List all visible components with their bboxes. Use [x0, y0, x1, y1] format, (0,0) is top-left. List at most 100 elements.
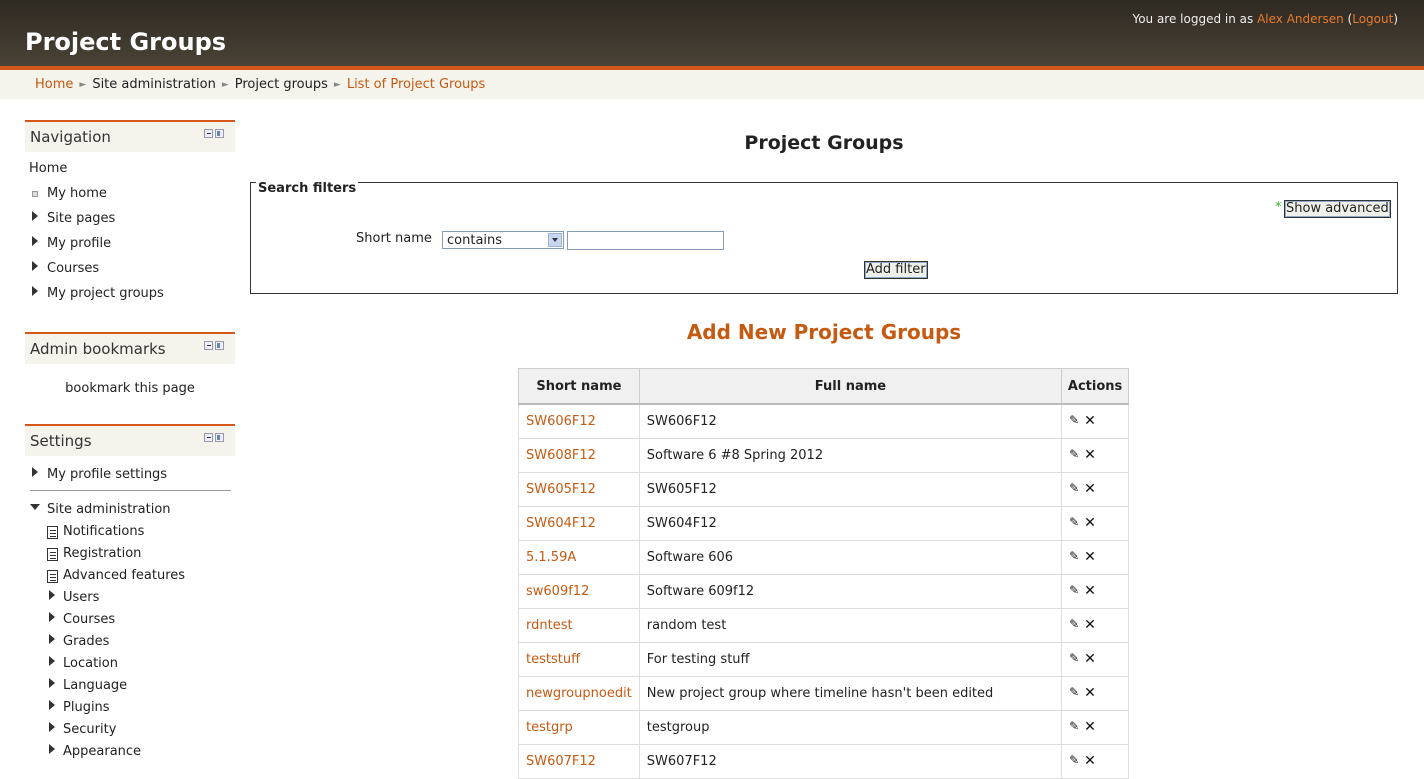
delete-icon[interactable]: ✕	[1084, 414, 1096, 428]
delete-icon[interactable]: ✕	[1084, 754, 1096, 768]
edit-icon[interactable]	[1069, 685, 1080, 699]
site-administration[interactable]: Site administration	[47, 502, 171, 517]
expand-arrow-icon[interactable]	[32, 467, 38, 477]
expand-arrow-icon[interactable]	[49, 590, 55, 600]
settings-users[interactable]: Users	[63, 590, 99, 605]
delete-icon[interactable]: ✕	[1084, 550, 1096, 564]
short-name-cell[interactable]: SW606F12	[518, 403, 640, 439]
settings-language[interactable]: Language	[63, 678, 127, 693]
edit-icon[interactable]	[1069, 651, 1080, 665]
short-name-cell[interactable]: SW605F12	[518, 472, 640, 507]
collapse-icon[interactable]	[204, 341, 213, 350]
delete-icon[interactable]: ✕	[1084, 618, 1096, 632]
settings-location[interactable]: Location	[63, 656, 118, 671]
block-dock-controls[interactable]	[204, 341, 224, 351]
expand-arrow-icon[interactable]	[49, 678, 55, 688]
collapse-icon[interactable]	[204, 433, 213, 442]
edit-icon[interactable]	[1069, 617, 1080, 631]
short-name-cell[interactable]: SW604F12	[518, 506, 640, 541]
short-name-link[interactable]: testgrp	[526, 720, 573, 735]
delete-icon[interactable]: ✕	[1084, 516, 1096, 530]
edit-icon[interactable]	[1069, 719, 1080, 733]
delete-icon[interactable]: ✕	[1084, 720, 1096, 734]
bookmark-this-page-link[interactable]: bookmark this page	[25, 381, 235, 396]
collapse-arrow-icon[interactable]	[30, 504, 40, 510]
add-new-project-groups-link[interactable]: Add New Project Groups	[250, 320, 1398, 344]
edit-icon[interactable]	[1069, 753, 1080, 767]
short-name-link[interactable]: rdntest	[526, 618, 573, 633]
short-name-link[interactable]: SW606F12	[526, 414, 596, 429]
short-name-link[interactable]: SW608F12	[526, 448, 596, 463]
settings-notifications-link[interactable]: Notifications	[63, 524, 144, 539]
settings-security[interactable]: Security	[63, 722, 116, 737]
filter-operator-select[interactable]: contains	[442, 231, 564, 249]
short-name-link[interactable]: sw609f12	[526, 584, 589, 599]
edit-icon[interactable]	[1069, 413, 1080, 427]
column-header-full-name[interactable]: Full name	[638, 368, 1063, 405]
settings-advanced-features-link[interactable]: Advanced features	[63, 568, 185, 583]
nav-my-project-groups[interactable]: My project groups	[47, 286, 164, 301]
edit-icon[interactable]	[1069, 515, 1080, 529]
short-name-link[interactable]: SW604F12	[526, 516, 596, 531]
delete-icon[interactable]: ✕	[1084, 686, 1096, 700]
show-advanced-button[interactable]: Show advanced	[1284, 200, 1391, 218]
dock-icon[interactable]	[215, 341, 224, 350]
nav-my-profile[interactable]: My profile	[47, 236, 111, 251]
short-name-link[interactable]: newgroupnoedit	[526, 686, 632, 701]
delete-icon[interactable]: ✕	[1084, 652, 1096, 666]
expand-arrow-icon[interactable]	[32, 236, 38, 246]
short-name-link[interactable]: SW605F12	[526, 482, 596, 497]
expand-arrow-icon[interactable]	[32, 261, 38, 271]
expand-arrow-icon[interactable]	[49, 700, 55, 710]
short-name-cell[interactable]: 5.1.59A	[518, 540, 640, 575]
expand-arrow-icon[interactable]	[49, 744, 55, 754]
expand-arrow-icon[interactable]	[49, 656, 55, 666]
short-name-cell[interactable]: SW607F12	[518, 744, 640, 779]
expand-arrow-icon[interactable]	[49, 612, 55, 622]
block-dock-controls[interactable]	[204, 433, 224, 443]
column-header-short-name[interactable]: Short name	[518, 368, 640, 405]
short-name-cell[interactable]: rdntest	[518, 608, 640, 643]
expand-arrow-icon[interactable]	[32, 286, 38, 296]
dock-icon[interactable]	[215, 129, 224, 138]
settings-appearance[interactable]: Appearance	[63, 744, 141, 759]
delete-icon[interactable]: ✕	[1084, 482, 1096, 496]
short-name-cell[interactable]: teststuff	[518, 642, 640, 677]
user-name-link[interactable]: Alex Andersen	[1257, 12, 1344, 26]
nav-home-link[interactable]: Home	[29, 161, 67, 176]
expand-arrow-icon[interactable]	[49, 722, 55, 732]
dock-icon[interactable]	[215, 433, 224, 442]
delete-icon[interactable]: ✕	[1084, 448, 1096, 462]
breadcrumb-list-of-project-groups[interactable]: List of Project Groups	[347, 77, 485, 92]
settings-grades[interactable]: Grades	[63, 634, 109, 649]
collapse-icon[interactable]	[204, 129, 213, 138]
short-name-link[interactable]: 5.1.59A	[526, 550, 576, 565]
edit-icon[interactable]	[1069, 549, 1080, 563]
edit-icon[interactable]	[1069, 447, 1080, 461]
chevron-down-icon[interactable]	[548, 233, 562, 247]
short-name-link[interactable]: teststuff	[526, 652, 580, 667]
edit-icon[interactable]	[1069, 583, 1080, 597]
breadcrumb-home[interactable]: Home	[35, 77, 73, 92]
my-profile-settings[interactable]: My profile settings	[47, 467, 167, 482]
settings-plugins[interactable]: Plugins	[63, 700, 110, 715]
nav-site-pages[interactable]: Site pages	[47, 211, 115, 226]
expand-arrow-icon[interactable]	[49, 634, 55, 644]
short-name-cell[interactable]: testgrp	[518, 710, 640, 745]
filter-value-input[interactable]	[567, 231, 724, 250]
nav-courses[interactable]: Courses	[47, 261, 99, 276]
short-name-cell[interactable]: newgroupnoedit	[518, 676, 640, 711]
expand-arrow-icon[interactable]	[32, 211, 38, 221]
add-filter-button[interactable]: Add filter	[864, 261, 928, 279]
short-name-cell[interactable]: SW608F12	[518, 438, 640, 473]
edit-icon[interactable]	[1069, 481, 1080, 495]
short-name-link[interactable]: SW607F12	[526, 754, 596, 769]
settings-courses[interactable]: Courses	[63, 612, 115, 627]
short-name-cell[interactable]: sw609f12	[518, 574, 640, 609]
nav-my-home-link[interactable]: My home	[47, 186, 107, 201]
block-dock-controls[interactable]	[204, 129, 224, 139]
delete-icon[interactable]: ✕	[1084, 584, 1096, 598]
settings-registration-link[interactable]: Registration	[63, 546, 141, 561]
navigation-block: Navigation Home My home Site pages My pr…	[25, 120, 235, 310]
logout-link[interactable]: Logout	[1352, 12, 1393, 26]
